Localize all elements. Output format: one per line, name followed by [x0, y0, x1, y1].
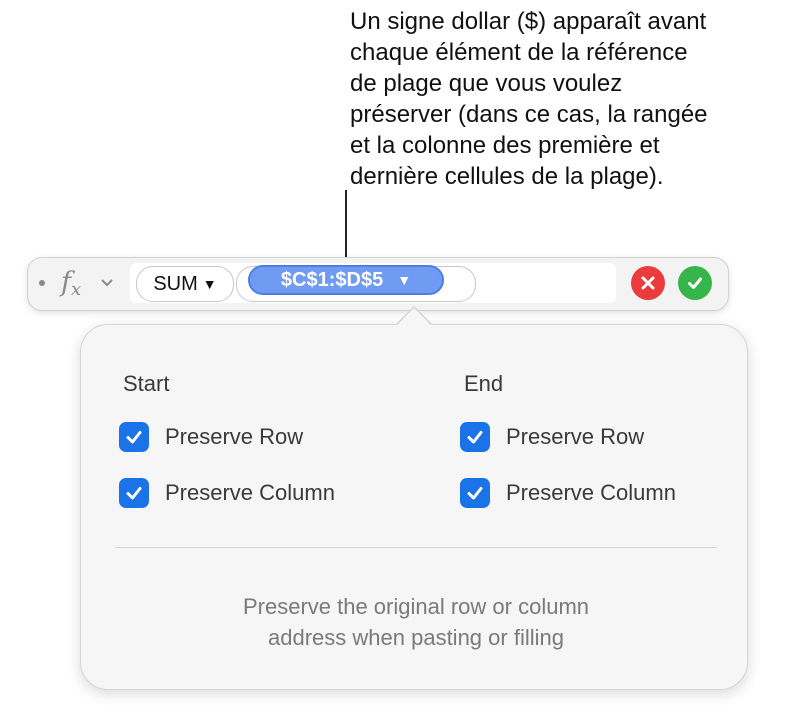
callout-annotation: Un signe dollar ($) apparaît avant chaqu… — [350, 8, 708, 190]
start-section-title: Start — [123, 371, 170, 396]
checkmark-icon — [126, 431, 142, 444]
start-preserve-row-label: Preserve Row — [165, 424, 304, 449]
checkmark-icon — [467, 431, 483, 444]
range-reference-label: $C$1:$D$5 — [280, 268, 384, 291]
function-token-label: SUM — [153, 272, 198, 295]
help-text: Preserve the original row or column addr… — [242, 594, 590, 650]
popover-arrow-fill — [396, 308, 432, 326]
drag-handle-icon[interactable] — [39, 280, 45, 286]
close-icon — [641, 276, 655, 290]
start-preserve-column[interactable]: Preserve Column — [119, 478, 335, 508]
divider — [115, 547, 717, 548]
function-token-sum[interactable]: SUM ▼ — [136, 266, 234, 302]
preserve-reference-popover: Start Preserve Row Preserve Column End P… — [80, 324, 748, 690]
start-preserve-column-label: Preserve Column — [165, 480, 335, 505]
start-preserve-column-checkbox[interactable] — [119, 478, 149, 508]
function-fx-icon[interactable]: fx — [61, 267, 81, 300]
checkmark-icon — [688, 277, 702, 289]
checkmark-icon — [126, 487, 142, 500]
range-reference-token[interactable]: $C$1:$D$5 ▼ — [248, 265, 444, 295]
end-preserve-column-label: Preserve Column — [506, 480, 676, 505]
caret-down-icon: ▼ — [202, 276, 217, 292]
caret-down-icon[interactable]: ▼ — [397, 272, 411, 288]
end-section-title: End — [464, 371, 504, 396]
end-preserve-column-checkbox[interactable] — [460, 478, 490, 508]
cancel-formula-button[interactable] — [631, 266, 665, 300]
start-preserve-row[interactable]: Preserve Row — [119, 422, 303, 452]
start-preserve-row-checkbox[interactable] — [119, 422, 149, 452]
accept-formula-button[interactable] — [678, 266, 712, 300]
end-preserve-row-label: Preserve Row — [506, 424, 645, 449]
chevron-down-icon[interactable] — [101, 275, 113, 290]
end-preserve-row[interactable]: Preserve Row — [460, 422, 644, 452]
end-preserve-row-checkbox[interactable] — [460, 422, 490, 452]
checkmark-icon — [467, 487, 483, 500]
end-preserve-column[interactable]: Preserve Column — [460, 478, 676, 508]
